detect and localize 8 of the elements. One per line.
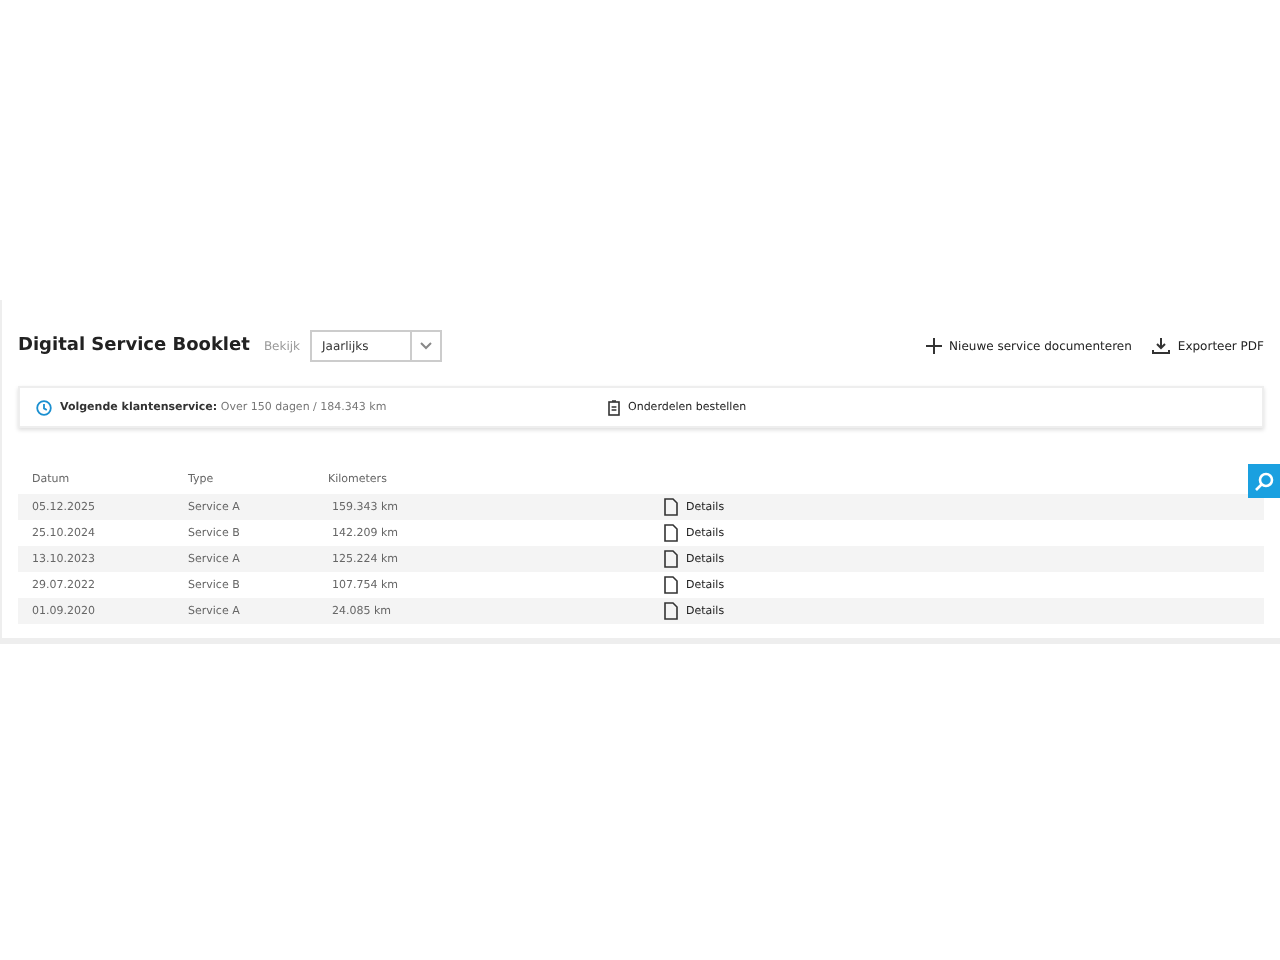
- caret-icon: [420, 342, 433, 350]
- clipboard-icon: [608, 399, 620, 415]
- assist-button[interactable]: [1248, 464, 1280, 498]
- download-icon: [1151, 338, 1170, 354]
- clock-icon: [36, 399, 52, 415]
- plus-icon: [925, 338, 942, 354]
- page-title: Digital Service Booklet: [18, 336, 250, 356]
- search-icon: [1254, 471, 1274, 491]
